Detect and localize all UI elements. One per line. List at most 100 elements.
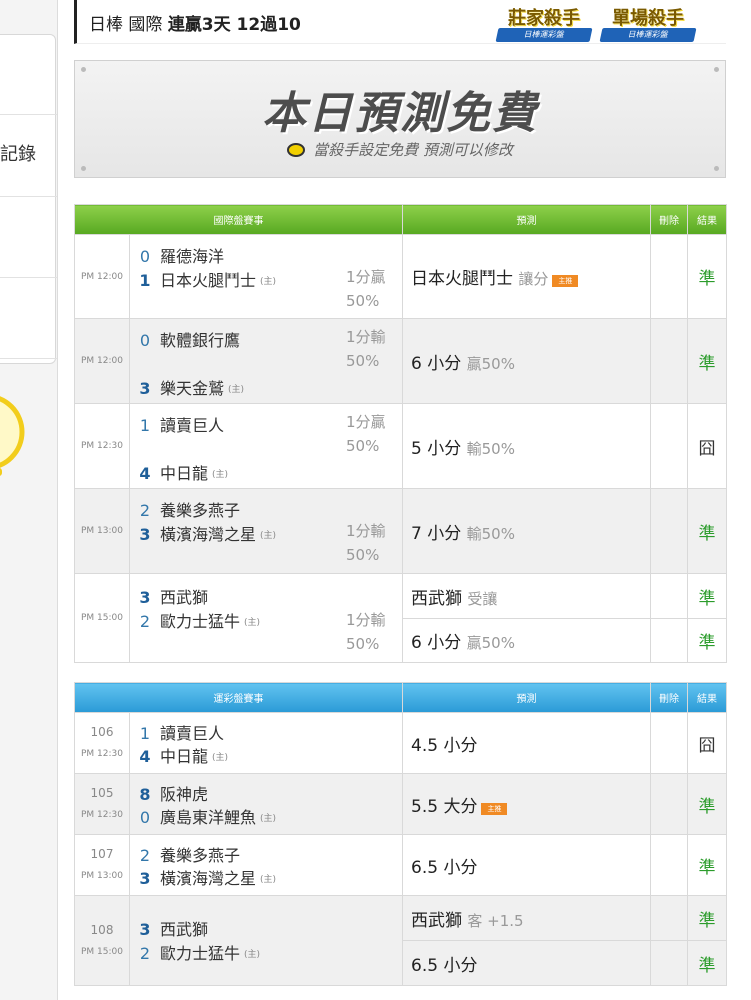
- delete-cell[interactable]: [650, 318, 688, 404]
- left-sidebar: 記錄 人 證: [0, 0, 58, 1000]
- game-id-time: 108 PM 15:00: [74, 895, 130, 986]
- team-line-away: 8 阪神虎: [139, 785, 209, 804]
- main-pick-tag: 主推: [481, 802, 508, 815]
- screw-dot: [81, 67, 86, 72]
- table-row: 107 PM 13:00 2 養樂多燕子 3 橫濱海灣之星 (主) 6.5 小分 準: [74, 834, 727, 896]
- delete-cell[interactable]: [650, 940, 688, 986]
- team-line-away: 3 西武獅: [139, 588, 209, 607]
- game-time: PM 12:00: [74, 234, 130, 319]
- table-row: PM 15:00 3 西武獅 2 歐力士猛牛 (主) 1分輸 50% 西武獅 受讓 準: [74, 573, 727, 663]
- result-cell: 準: [687, 573, 727, 619]
- col-header-delete: 刪除: [650, 204, 688, 235]
- prediction-cell: 西武獅 客 +1.5: [402, 895, 651, 941]
- prediction-cell: 6 小分 贏50%: [402, 318, 651, 404]
- game-time: PM 13:00: [74, 488, 130, 574]
- screw-dot: [81, 166, 86, 171]
- matchup-cell: 3 西武獅 2 歐力士猛牛 (主): [129, 895, 403, 986]
- table-row: 105 PM 12:30 8 阪神虎 0 廣島東洋鯉魚 (主) 5.5 大分 主推 準: [74, 773, 727, 835]
- streak-text: 連贏3天 12過10: [167, 15, 301, 35]
- delete-cell[interactable]: [650, 488, 688, 574]
- matchup-cell: 0 軟體銀行鷹 3 樂天金鷲 (主) 1分輸 50%: [129, 318, 403, 404]
- divider: [0, 277, 57, 278]
- result-cell: 準: [687, 895, 727, 941]
- prediction-cell: 5.5 大分 主推: [402, 773, 651, 835]
- team-line-home: 4 中日龍 (主): [139, 464, 229, 483]
- team-line-home: 2 歐力士猛牛 (主): [139, 944, 261, 963]
- divider: [0, 114, 57, 115]
- matchup-cell: 1 讀賣巨人 4 中日龍 (主) 1分贏 50%: [129, 403, 403, 489]
- prediction-cell: 西武獅 受讓: [402, 573, 651, 619]
- result-cell: 囧: [687, 712, 727, 774]
- col-header-result: 結果: [687, 682, 727, 713]
- odds-text: 1分輸 50%: [346, 611, 386, 653]
- matchup-cell: 2 養樂多燕子 3 橫濱海灣之星 (主): [129, 834, 403, 896]
- prediction-cell: 5 小分 輸50%: [402, 403, 651, 489]
- result-cell: 囧: [687, 403, 727, 489]
- main-pick-tag: 主推: [552, 275, 579, 287]
- game-id-time: 107 PM 13:00: [74, 834, 130, 896]
- prediction-cell: 7 小分 輸50%: [402, 488, 651, 574]
- delete-cell[interactable]: [650, 403, 688, 489]
- col-header-prediction: 預測: [402, 682, 651, 713]
- game-time: PM 12:30: [74, 403, 130, 489]
- delete-cell[interactable]: [650, 834, 688, 896]
- result-cell: 準: [687, 488, 727, 574]
- odds-text: 1分贏 50%: [346, 268, 386, 310]
- odds-text: 1分贏 50%: [346, 413, 386, 455]
- delete-cell[interactable]: [650, 895, 688, 941]
- badge-banker-killer[interactable]: 莊家殺手 日棒運彩盤: [495, 4, 593, 44]
- matchup-cell: 2 養樂多燕子 3 橫濱海灣之星 (主) 1分輸 50%: [129, 488, 403, 574]
- col-header-games: 國際盤賽事: [74, 204, 403, 235]
- game-time: PM 15:00: [74, 573, 130, 663]
- table-row: 108 PM 15:00 3 西武獅 2 歐力士猛牛 (主) 西武獅 客 +1.5 準: [74, 895, 727, 986]
- matchup-cell: 3 西武獅 2 歐力士猛牛 (主) 1分輸 50%: [129, 573, 403, 663]
- table-row: 106 PM 12:30 1 讀賣巨人 4 中日龍 (主) 4.5 小分 囧: [74, 712, 727, 774]
- odds-text: 1分輸 50%: [346, 328, 386, 370]
- team-line-away: 0 羅德海洋: [139, 247, 225, 266]
- matchup-cell: 1 讀賣巨人 4 中日龍 (主): [129, 712, 403, 774]
- lamp-icon: [287, 143, 306, 157]
- delete-cell[interactable]: [650, 618, 688, 663]
- result-cell: 準: [687, 234, 727, 319]
- game-id-time: 106 PM 12:30: [74, 712, 130, 774]
- matchup-cell: 0 羅德海洋 1 日本火腿鬥士 (主) 1分贏 50%: [129, 234, 403, 319]
- col-header-delete: 刪除: [650, 682, 688, 713]
- team-line-away: 2 養樂多燕子: [139, 846, 241, 865]
- screw-dot: [714, 166, 719, 171]
- prediction-cell: 6.5 小分: [402, 834, 651, 896]
- prediction-cell: 6 小分 贏50%: [402, 618, 651, 663]
- table-row: PM 12:00 0 軟體銀行鷹 3 樂天金鷲 (主) 1分輸 50% 6 小分 贏50…: [74, 318, 727, 404]
- col-header-prediction: 預測: [402, 204, 651, 235]
- sidebar-item-record[interactable]: 記錄: [0, 140, 36, 166]
- table-row: PM 12:30 1 讀賣巨人 4 中日龍 (主) 1分贏 50% 5 小分 輸50% …: [74, 403, 727, 489]
- free-prediction-banner: 本日預測免費 當殺手設定免費 預測可以修改: [74, 60, 726, 178]
- result-cell: 準: [687, 618, 727, 663]
- team-line-home: 3 橫濱海灣之星 (主): [139, 869, 277, 888]
- team-line-home: 3 樂天金鷲 (主): [139, 379, 245, 398]
- intl-label: 國際: [128, 15, 163, 35]
- game-time: PM 12:00: [74, 318, 130, 404]
- team-line-home: 4 中日龍 (主): [139, 747, 229, 766]
- result-cell: 準: [687, 834, 727, 896]
- game-id-time: 105 PM 12:30: [74, 773, 130, 835]
- badge-single-killer[interactable]: 單場殺手 日棒運彩盤: [599, 4, 697, 44]
- header-title: 日棒 國際 連贏3天 12過10: [89, 10, 301, 35]
- league-label: 日棒: [89, 15, 123, 35]
- banner-title: 本日預測免費: [262, 88, 538, 139]
- intl-games-table: 國際盤賽事 預測 刪除 結果 PM 12:00 0 羅德海洋 1 日本火腿鬥士 (主)…: [74, 204, 727, 663]
- table-header-row: 國際盤賽事 預測 刪除 結果: [74, 204, 727, 235]
- delete-cell[interactable]: [650, 573, 688, 619]
- lottery-games-table: 運彩盤賽事 預測 刪除 結果 106 PM 12:30 1 讀賣巨人 4 中日龍 (主)…: [74, 682, 727, 986]
- team-line-away: 3 西武獅: [139, 920, 209, 939]
- prediction-cell: 4.5 小分: [402, 712, 651, 774]
- result-cell: 準: [687, 773, 727, 835]
- team-line-home: 0 廣島東洋鯉魚 (主): [139, 808, 277, 827]
- divider: [0, 358, 57, 359]
- sidebar-card: [0, 34, 56, 364]
- delete-cell[interactable]: [650, 773, 688, 835]
- matchup-cell: 8 阪神虎 0 廣島東洋鯉魚 (主): [129, 773, 403, 835]
- table-row: PM 12:00 0 羅德海洋 1 日本火腿鬥士 (主) 1分贏 50% 日本火腿鬥士 …: [74, 234, 727, 319]
- delete-cell[interactable]: [650, 234, 688, 319]
- banner-subtitle: 當殺手設定免費 預測可以修改: [75, 139, 725, 160]
- delete-cell[interactable]: [650, 712, 688, 774]
